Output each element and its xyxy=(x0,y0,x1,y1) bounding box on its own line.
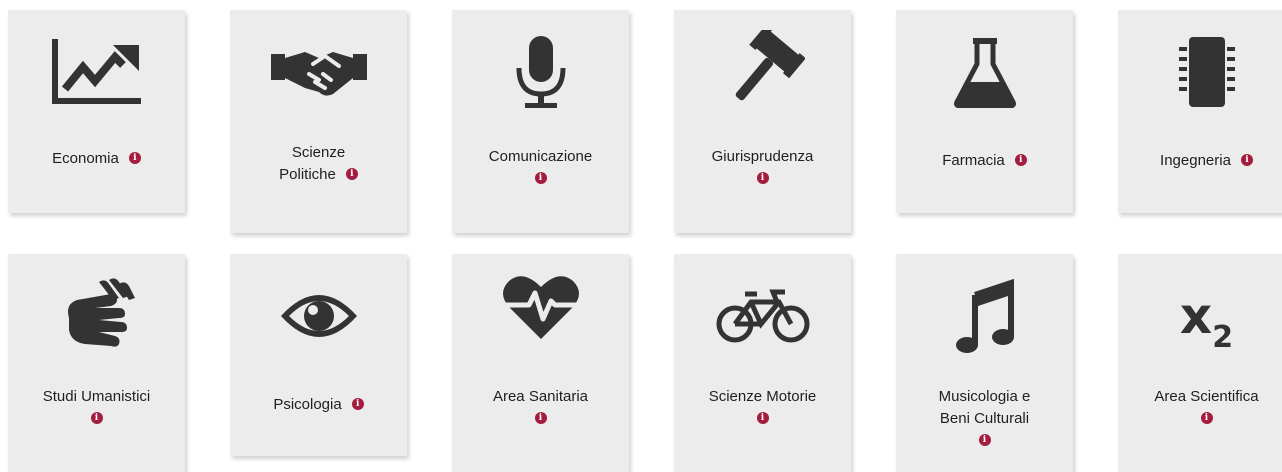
card-scienze-motorie[interactable]: Scienze Motorie i xyxy=(674,254,851,472)
card-title-line1: Musicologia e xyxy=(938,388,1031,405)
info-icon[interactable]: i xyxy=(90,412,103,424)
card-label: Studi Umanistici i xyxy=(12,386,181,424)
info-icon[interactable]: i xyxy=(1014,154,1027,167)
card-giurisprudenza[interactable]: Giurisprudenza i xyxy=(674,10,851,233)
card-title: Area Sanitaria xyxy=(492,388,589,405)
card-title: Comunicazione xyxy=(488,148,593,165)
card-title-line2: Beni Culturali xyxy=(939,410,1030,427)
card-label: Farmacia i xyxy=(900,150,1069,172)
card-title-line2: Politiche xyxy=(279,166,336,183)
card-ingegneria[interactable]: Ingegneria i xyxy=(1118,10,1282,213)
gavel-icon xyxy=(674,28,851,116)
music-icon xyxy=(896,272,1073,360)
card-label: Area Scientifica i xyxy=(1122,386,1282,424)
microchip-icon xyxy=(1118,28,1282,116)
card-label: Comunicazione i xyxy=(456,146,625,184)
info-icon[interactable]: i xyxy=(345,168,358,181)
card-label: Giurisprudenza i xyxy=(678,146,847,184)
card-title: Ingegneria xyxy=(1160,152,1231,169)
card-area-sanitaria[interactable]: Area Sanitaria i xyxy=(452,254,629,472)
sign-language-icon xyxy=(8,272,185,360)
card-label: Musicologia e Beni Culturali i xyxy=(900,386,1069,446)
eye-icon xyxy=(230,272,407,360)
subscript-index: 2 xyxy=(1212,320,1234,355)
microphone-icon xyxy=(452,28,629,116)
card-title: Studi Umanistici xyxy=(42,388,151,405)
subscript-icon: x2 xyxy=(1118,272,1282,360)
card-title: Scienze Motorie xyxy=(708,388,817,405)
card-label: Psicologia i xyxy=(234,394,403,416)
info-icon[interactable]: i xyxy=(978,434,991,446)
subscript-base: x xyxy=(1179,287,1213,345)
faculty-grid: Economia i Scienze Politiche i Comunicaz… xyxy=(0,0,1282,472)
bicycle-icon xyxy=(674,272,851,360)
card-label: Area Sanitaria i xyxy=(456,386,625,424)
info-icon[interactable]: i xyxy=(756,412,769,424)
chart-line-icon xyxy=(8,28,185,116)
card-title-line1: Scienze xyxy=(291,144,346,161)
info-icon[interactable]: i xyxy=(534,172,547,184)
card-scienze-politiche[interactable]: Scienze Politiche i xyxy=(230,10,407,233)
heartbeat-icon xyxy=(452,262,629,350)
card-label: Economia i xyxy=(12,148,181,170)
info-icon[interactable]: i xyxy=(1200,412,1213,424)
card-area-scientifica[interactable]: x2 Area Scientifica i xyxy=(1118,254,1282,472)
card-title: Economia xyxy=(52,150,119,167)
card-studi-umanistici[interactable]: Studi Umanistici i xyxy=(8,254,185,472)
card-comunicazione[interactable]: Comunicazione i xyxy=(452,10,629,233)
info-icon[interactable]: i xyxy=(534,412,547,424)
card-label: Scienze Politiche i xyxy=(234,142,403,186)
card-title: Farmacia xyxy=(942,152,1005,169)
card-farmacia[interactable]: Farmacia i xyxy=(896,10,1073,213)
info-icon[interactable]: i xyxy=(128,152,141,165)
flask-icon xyxy=(896,28,1073,116)
card-title: Psicologia xyxy=(273,396,342,413)
info-icon[interactable]: i xyxy=(1240,154,1253,167)
info-icon[interactable]: i xyxy=(756,172,769,184)
card-title: Giurisprudenza xyxy=(711,148,814,165)
card-musicologia[interactable]: Musicologia e Beni Culturali i xyxy=(896,254,1073,472)
handshake-icon xyxy=(230,28,407,116)
card-label: Ingegneria i xyxy=(1122,150,1282,172)
info-icon[interactable]: i xyxy=(351,398,364,411)
card-title: Area Scientifica xyxy=(1154,388,1259,405)
card-psicologia[interactable]: Psicologia i xyxy=(230,254,407,456)
card-label: Scienze Motorie i xyxy=(678,386,847,424)
card-economia[interactable]: Economia i xyxy=(8,10,185,213)
